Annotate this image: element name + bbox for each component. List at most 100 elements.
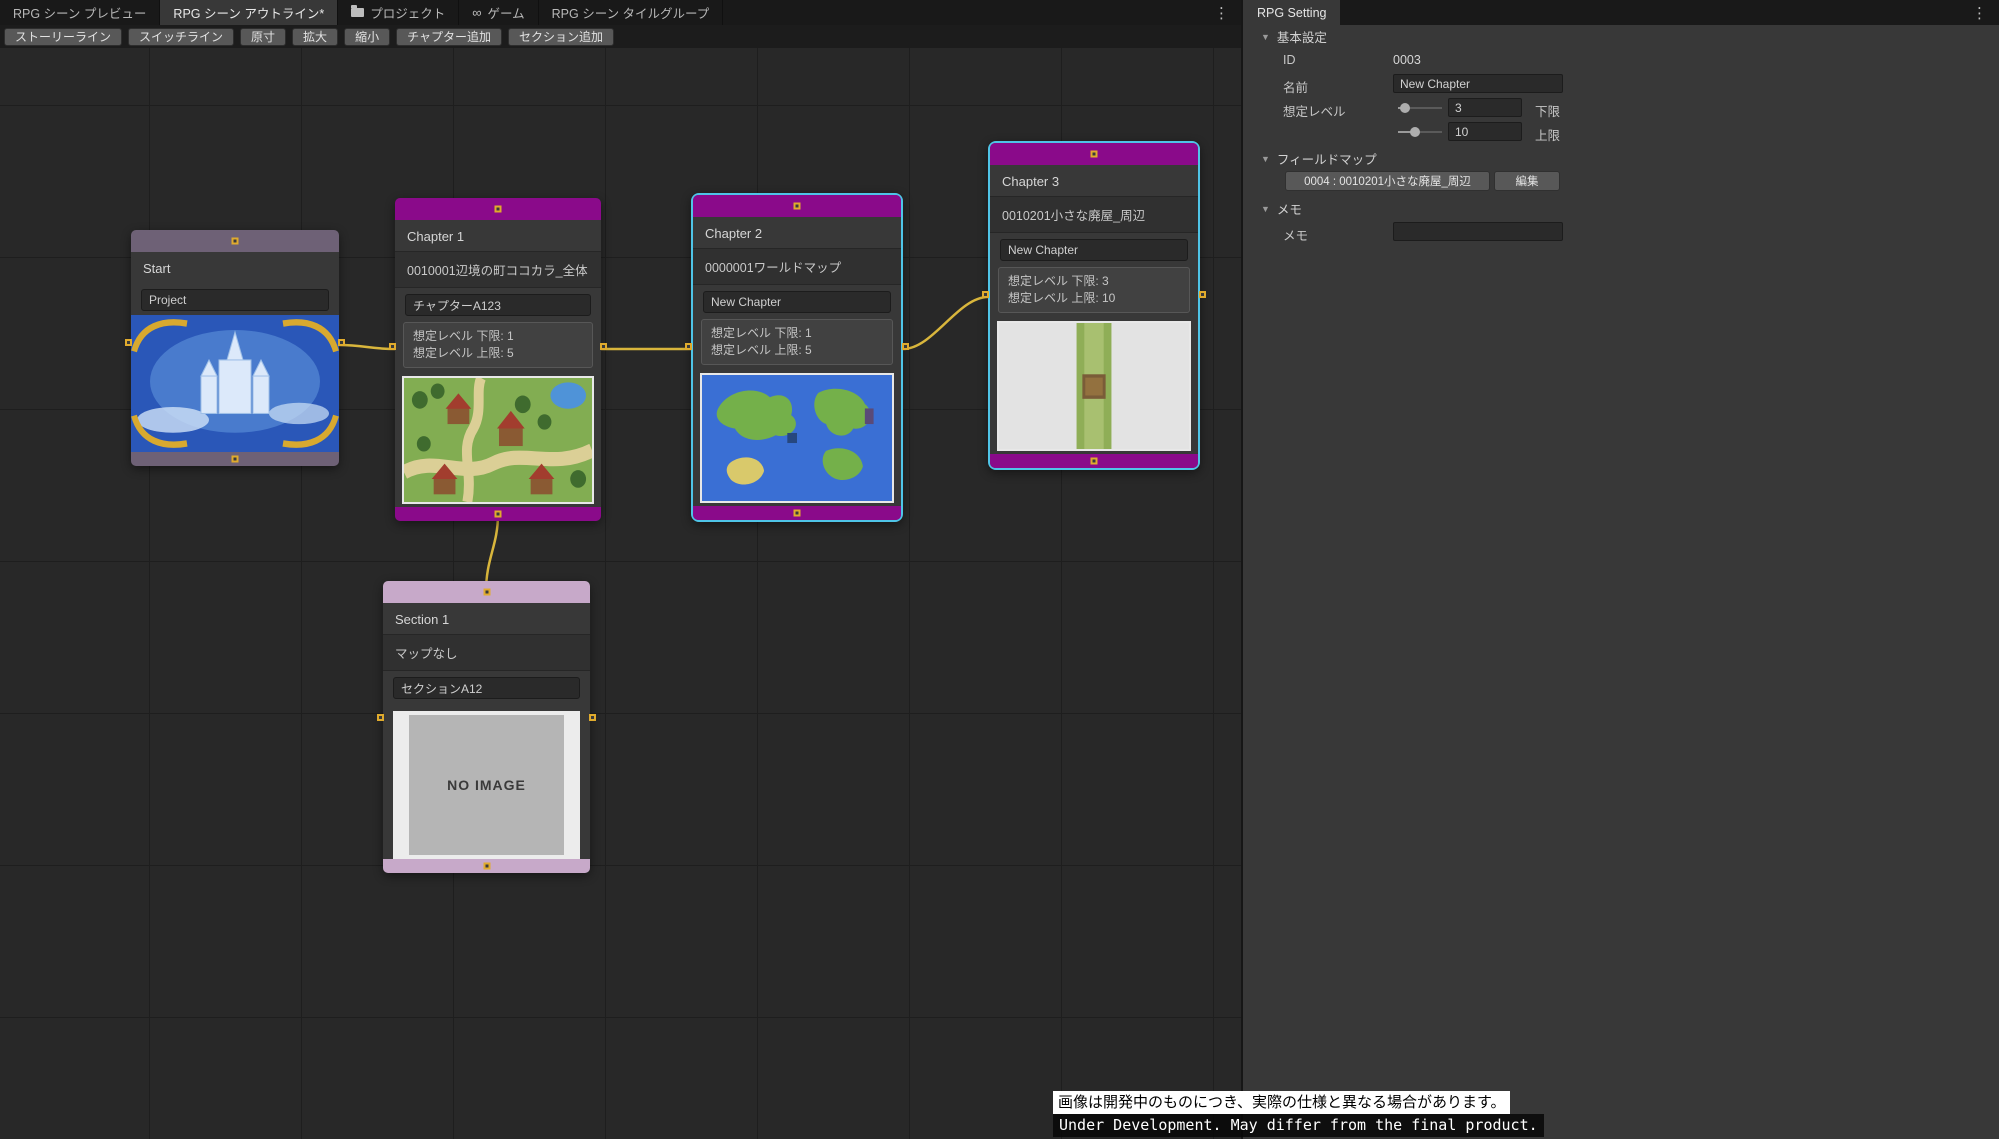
- tab-game[interactable]: ∞ ゲーム: [459, 0, 539, 25]
- id-value: 0003: [1393, 53, 1421, 67]
- edit-button[interactable]: 編集: [1494, 171, 1560, 191]
- zoom-in-button[interactable]: 拡大: [292, 27, 339, 46]
- node-chapter-1[interactable]: Chapter 1 0010001辺境の町ココカラ_全体 想定レベル 下限: 1…: [389, 198, 607, 521]
- level-max-slider[interactable]: [1398, 123, 1442, 141]
- level-range-box: 想定レベル 下限: 1 想定レベル 上限: 5: [403, 322, 593, 368]
- foldout-field-map[interactable]: ▼ フィールドマップ: [1243, 147, 1999, 170]
- node-header[interactable]: [131, 230, 339, 252]
- port-right[interactable]: [902, 343, 909, 350]
- port-right[interactable]: [338, 339, 345, 346]
- tab-label: RPG シーン プレビュー: [13, 7, 147, 21]
- node-header[interactable]: [383, 581, 590, 603]
- level-min-input[interactable]: [1448, 98, 1522, 117]
- port-top[interactable]: [793, 202, 801, 210]
- foldout-icon: ▼: [1261, 31, 1270, 42]
- node-header[interactable]: [990, 143, 1198, 165]
- folder-icon: [351, 5, 365, 17]
- name-label: 名前: [1283, 81, 1309, 95]
- tab-label: RPG シーン タイルグループ: [551, 7, 710, 21]
- inspector-menu-icon[interactable]: ⋮: [1960, 0, 1999, 25]
- level-max-label: 想定レベル 上限: 10: [1008, 291, 1116, 305]
- port-bottom[interactable]: [793, 509, 801, 517]
- port-right[interactable]: [1199, 291, 1206, 298]
- node-map-label: 0000001ワールドマップ: [693, 248, 901, 285]
- port-right[interactable]: [589, 714, 596, 721]
- level-max-suffix: 上限: [1535, 129, 1561, 143]
- add-chapter-button[interactable]: チャプター追加: [396, 27, 502, 46]
- storyline-button[interactable]: ストーリーライン: [4, 27, 123, 46]
- chapter-name-field-wrap: [703, 291, 891, 313]
- node-footer: [693, 506, 901, 520]
- chapter-name-input[interactable]: [703, 291, 891, 313]
- port-left[interactable]: [125, 339, 132, 346]
- zoom-out-button[interactable]: 縮小: [344, 27, 391, 46]
- level-min-slider[interactable]: [1398, 99, 1442, 117]
- node-chapter-3[interactable]: Chapter 3 0010201小さな廃屋_周辺 想定レベル 下限: 3 想定…: [982, 141, 1206, 470]
- level-min-label: 想定レベル 下限: 1: [711, 326, 812, 340]
- rpg-setting-panel: RPG Setting ⋮ ▼ 基本設定 ID 0003 名前 想定レベル 下限…: [1243, 0, 1999, 1139]
- no-image-label: NO IMAGE: [409, 715, 564, 855]
- node-header[interactable]: [693, 195, 901, 217]
- switchline-button[interactable]: スイッチライン: [128, 27, 235, 46]
- port-bottom[interactable]: [1090, 457, 1098, 465]
- foldout-memo[interactable]: ▼ メモ: [1243, 197, 1999, 220]
- tab-rpg-scene-preview[interactable]: RPG シーン プレビュー: [0, 0, 161, 25]
- port-bottom[interactable]: [483, 862, 490, 870]
- level-label: 想定レベル: [1283, 105, 1346, 119]
- port-bottom[interactable]: [494, 510, 502, 518]
- id-row: ID 0003: [1243, 48, 1999, 72]
- slider-knob[interactable]: [1410, 127, 1420, 137]
- node-map-label: マップなし: [383, 634, 590, 671]
- port-left[interactable]: [389, 343, 396, 350]
- level-max-row: 上限: [1243, 120, 1999, 144]
- node-header[interactable]: [395, 198, 601, 220]
- chapter-name-input[interactable]: [1000, 239, 1188, 261]
- port-top[interactable]: [231, 237, 239, 245]
- field-map-row: 0004 : 0010201小さな廃屋_周辺 編集: [1243, 170, 1999, 194]
- level-max-label: 想定レベル 上限: 5: [711, 343, 812, 357]
- slider-knob[interactable]: [1400, 103, 1410, 113]
- port-left[interactable]: [685, 343, 692, 350]
- chapter-name-input[interactable]: [405, 294, 591, 316]
- project-field-wrap: [141, 289, 329, 311]
- port-top[interactable]: [483, 588, 490, 596]
- node-chapter-2[interactable]: Chapter 2 0000001ワールドマップ 想定レベル 下限: 1 想定レ…: [685, 193, 909, 522]
- port-right[interactable]: [600, 343, 607, 350]
- field-map-button[interactable]: 0004 : 0010201小さな廃屋_周辺: [1285, 171, 1490, 191]
- map-thumbnail-village: [402, 376, 594, 504]
- tabbar-menu-icon[interactable]: ⋮: [1202, 0, 1241, 25]
- level-min-row: 想定レベル 下限: [1243, 96, 1999, 120]
- tab-label: プロジェクト: [370, 7, 446, 21]
- chapter-name-field-wrap: [405, 294, 591, 316]
- foldout-label: 基本設定: [1276, 31, 1327, 45]
- node-title: Section 1: [395, 612, 450, 627]
- edge-start-to-chapter1[interactable]: [337, 343, 397, 351]
- level-max-input[interactable]: [1448, 122, 1522, 141]
- section-name-input[interactable]: [393, 677, 580, 699]
- foldout-basic-settings[interactable]: ▼ 基本設定: [1243, 25, 1999, 48]
- tab-rpg-setting[interactable]: RPG Setting: [1243, 0, 1341, 25]
- node-title: Chapter 1: [407, 229, 465, 244]
- add-section-button[interactable]: セクション追加: [507, 27, 614, 46]
- node-graph-canvas[interactable]: Start Project Chapter 1 0010001辺境の町ココカラ_…: [0, 48, 1241, 1139]
- node-start[interactable]: Start: [125, 230, 345, 466]
- port-top[interactable]: [494, 205, 502, 213]
- tab-rpg-scene-outline[interactable]: RPG シーン アウトライン*: [160, 0, 339, 25]
- port-top[interactable]: [1090, 150, 1098, 158]
- edge-chapter2-to-chapter3[interactable]: [901, 295, 990, 351]
- actual-size-button[interactable]: 原寸: [240, 27, 287, 46]
- memo-label: メモ: [1283, 229, 1309, 243]
- port-left[interactable]: [982, 291, 989, 298]
- outline-toolbar: ストーリーライン スイッチライン 原寸 拡大 縮小 チャプター追加 セクション追…: [0, 25, 1241, 48]
- level-max-label: 想定レベル 上限: 5: [413, 346, 514, 360]
- tab-project[interactable]: プロジェクト: [338, 0, 460, 25]
- memo-input[interactable]: [1393, 222, 1563, 241]
- tab-rpg-scene-tilegroup[interactable]: RPG シーン タイルグループ: [539, 0, 724, 25]
- project-input[interactable]: [141, 289, 329, 311]
- node-section-1[interactable]: Section 1 マップなし NO IMAGE: [377, 581, 596, 873]
- port-left[interactable]: [377, 714, 384, 721]
- game-icon: ∞: [472, 5, 482, 20]
- port-bottom[interactable]: [231, 455, 239, 463]
- level-min-suffix: 下限: [1535, 105, 1561, 119]
- name-input[interactable]: [1393, 74, 1563, 93]
